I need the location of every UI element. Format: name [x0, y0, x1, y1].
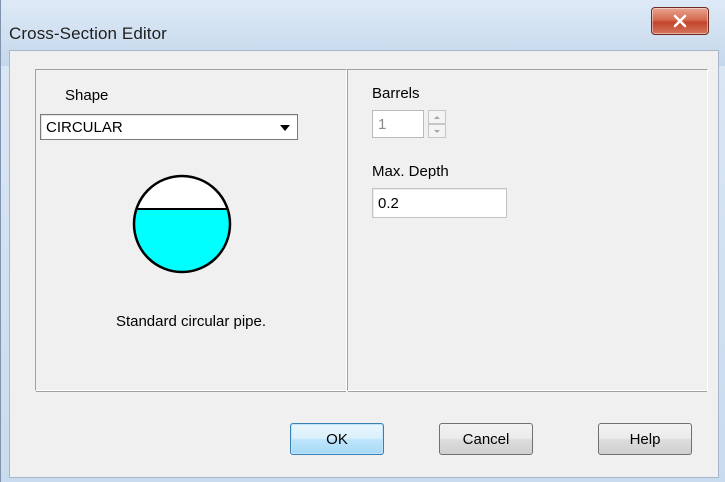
cross-section-editor-window: Cross-Section Editor Shape CIRCULAR Stan…: [0, 0, 725, 482]
shape-dropdown-value: CIRCULAR: [46, 119, 123, 136]
max-depth-label: Max. Depth: [372, 163, 449, 180]
shape-label: Shape: [65, 87, 109, 104]
barrels-value: 1: [378, 116, 387, 133]
shape-dropdown[interactable]: CIRCULAR: [40, 114, 298, 140]
chevron-up-icon: [434, 115, 440, 119]
cancel-button[interactable]: Cancel: [439, 423, 533, 455]
barrels-input[interactable]: 1: [372, 110, 424, 138]
chevron-down-icon: [434, 129, 440, 133]
close-icon: [673, 14, 687, 28]
circular-pipe-icon: [132, 174, 232, 274]
dialog-client-area: Shape CIRCULAR Standard circular pipe. B…: [9, 50, 719, 478]
max-depth-value: 0.2: [378, 195, 399, 212]
barrels-spinner[interactable]: [428, 110, 446, 138]
close-button[interactable]: [651, 7, 709, 35]
max-depth-input[interactable]: 0.2: [372, 188, 507, 218]
spin-up-button[interactable]: [428, 110, 446, 124]
barrels-label: Barrels: [372, 85, 420, 102]
ok-button[interactable]: OK: [290, 423, 384, 455]
help-button[interactable]: Help: [598, 423, 692, 455]
chevron-down-icon: [280, 125, 290, 131]
shape-description: Standard circular pipe.: [115, 313, 267, 330]
window-title: Cross-Section Editor: [9, 24, 167, 43]
spin-down-button[interactable]: [428, 124, 446, 138]
